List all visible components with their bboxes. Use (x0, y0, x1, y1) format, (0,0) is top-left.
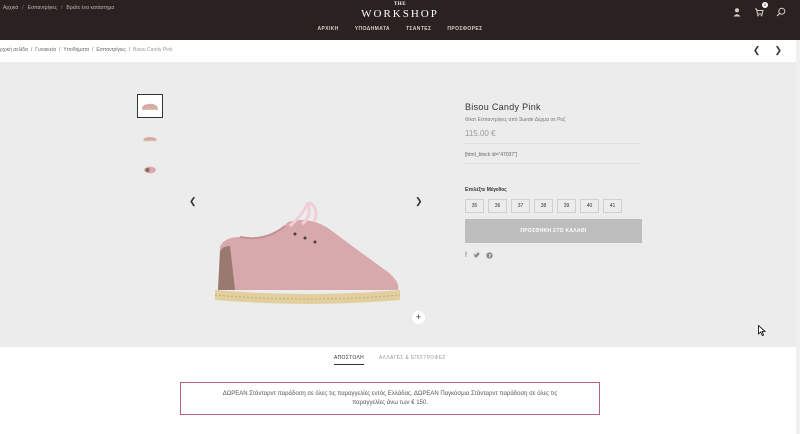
thumbnail[interactable] (137, 126, 163, 150)
thumbnail-list (137, 94, 163, 182)
breadcrumb-item[interactable]: Γυναικεία (35, 47, 56, 55)
separator: / (128, 47, 131, 53)
size-option[interactable]: 38 (534, 199, 553, 213)
product-pager: ❮ ❯ (753, 45, 782, 56)
cart-count-badge: 0 (762, 2, 768, 8)
thumbnail[interactable] (137, 94, 163, 118)
breadcrumb-current: Bisou Candy Pink (133, 47, 173, 53)
user-icon[interactable] (732, 4, 742, 17)
top-link-espadrilles[interactable]: Εσπαντρίγιες (28, 5, 57, 11)
separator: / (22, 5, 24, 11)
share-links: f (465, 252, 645, 262)
breadcrumb-item[interactable]: ρχική σελίδα (0, 47, 28, 55)
top-link-home[interactable]: Αρχικά (3, 5, 18, 11)
size-option[interactable]: 35 (465, 199, 484, 213)
page-scrollbar[interactable] (796, 40, 800, 434)
tab-shipping[interactable]: ΑΠΟΣΤΟΛΗ (334, 355, 365, 365)
product-title: Bisou Candy Pink (465, 102, 541, 112)
mouse-cursor-icon (758, 323, 767, 341)
zoom-button[interactable]: + (412, 311, 425, 324)
site-header: Αρχικά / Εσπαντρίγιες / Βρείτε ένα κατάσ… (0, 0, 800, 40)
product-section: ❮ ❯ + Bisou Candy Pink Φλατ Εσπαντρίγιες… (0, 62, 796, 347)
facebook-icon[interactable]: f (465, 252, 467, 262)
nav-home[interactable]: ΑΡΧΙΚΗ (317, 26, 338, 32)
size-option[interactable]: 40 (580, 199, 599, 213)
add-to-cart-button[interactable]: ΠΡΟΣΘΗΚΗ ΣΤΟ ΚΑΛΑΘΙ (465, 219, 642, 243)
site-logo[interactable]: THE WORKSHOP (350, 2, 450, 20)
size-option[interactable]: 37 (511, 199, 530, 213)
info-tabs: ΑΠΟΣΤΟΛΗ ΑΛΛΑΓΕΣ & ΕΠΙΣΤΡΟΦΕΣ (334, 355, 446, 365)
separator: / (58, 47, 61, 53)
main-nav: ΑΡΧΙΚΗ ΥΠΟΔΗΜΑΤΑ ΤΣΑΝΤΕΣ ΠΡΟΣΦΟΡΕΣ (300, 26, 500, 32)
size-option[interactable]: 36 (488, 199, 507, 213)
html-block-shortcode: [html_block id="47037"] (465, 152, 518, 158)
breadcrumb-item[interactable]: Υποδήματα (63, 47, 89, 55)
top-links: Αρχικά / Εσπαντρίγιες / Βρείτε ένα κατάσ… (3, 5, 114, 11)
product-image (210, 196, 405, 317)
header-icons: 0 (732, 2, 786, 17)
breadcrumb: ρχική σελίδα / Γυναικεία / Υποδήματα / Ε… (0, 47, 173, 55)
product-info: Bisou Candy Pink Φλατ Εσπαντρίγιες από S… (465, 102, 645, 262)
search-icon[interactable] (776, 4, 786, 17)
separator: / (30, 47, 33, 53)
size-option[interactable]: 39 (557, 199, 576, 213)
thumbnail[interactable] (137, 158, 163, 182)
breadcrumb-item[interactable]: Εσπαντρίγιες (96, 47, 125, 55)
gallery-prev-icon[interactable]: ❮ (189, 196, 197, 207)
nav-bags[interactable]: ΤΣΑΝΤΕΣ (406, 26, 431, 32)
nav-shoes[interactable]: ΥΠΟΔΗΜΑΤΑ (355, 26, 390, 32)
nav-offers[interactable]: ΠΡΟΣΦΟΡΕΣ (447, 26, 482, 32)
product-subtitle: Φλατ Εσπαντρίγιες από Suede Δέρμα σε Ροζ (465, 117, 566, 123)
gallery-next-icon[interactable]: ❯ (415, 196, 423, 207)
next-product-icon[interactable]: ❯ (774, 45, 782, 56)
pinterest-icon[interactable] (486, 252, 493, 262)
twitter-icon[interactable] (473, 252, 480, 262)
prev-product-icon[interactable]: ❮ (753, 45, 761, 56)
shipping-notice: ΔΩΡΕΑΝ Στάνταρντ παράδοση σε όλες τις πα… (180, 382, 600, 415)
product-price: 115.00 € (465, 129, 496, 138)
separator: / (92, 47, 94, 53)
size-options: 35 36 37 38 39 40 41 (465, 199, 645, 213)
top-link-find-store[interactable]: Βρείτε ένα κατάστημα (66, 5, 114, 11)
divider (465, 143, 640, 144)
size-label: Επιλέξτε Μέγεθος (465, 187, 507, 193)
separator: / (61, 5, 63, 11)
logo-word: WORKSHOP (361, 8, 439, 20)
size-option[interactable]: 41 (603, 199, 622, 213)
cart-icon[interactable]: 0 (754, 2, 768, 17)
tab-returns[interactable]: ΑΛΛΑΓΕΣ & ΕΠΙΣΤΡΟΦΕΣ (379, 355, 446, 365)
divider (465, 163, 640, 164)
